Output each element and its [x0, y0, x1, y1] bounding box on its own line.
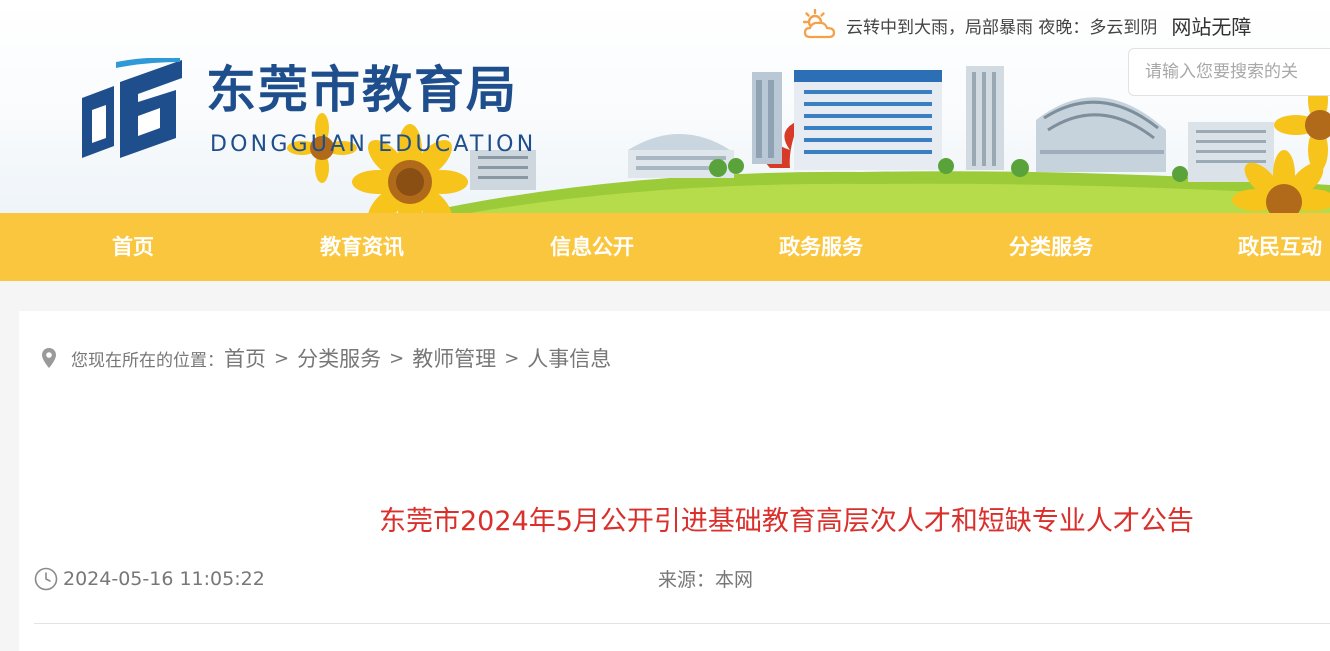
divider	[34, 623, 1330, 624]
site-logo-text: 东莞市教育局	[206, 61, 518, 119]
weather-forecast-text: 云转中到大雨，局部暴雨 夜晚：多云到阴	[846, 17, 1158, 38]
nav-item-education-news[interactable]: 教育资讯	[320, 213, 404, 281]
search-input[interactable]	[1129, 49, 1330, 95]
building-slim-tower	[966, 66, 1004, 170]
breadcrumb: 您现在所在的位置： 首页 > 分类服务 > 教师管理 > 人事信息	[41, 341, 611, 375]
breadcrumb-prefix: 您现在所在的位置：	[71, 350, 224, 371]
search-box	[1128, 48, 1330, 96]
nav-item-home[interactable]: 首页	[112, 213, 154, 281]
building-main-block	[794, 70, 942, 170]
nav-item-info-disclosure[interactable]: 信息公开	[550, 213, 634, 281]
partly-cloudy-sun-icon	[802, 9, 836, 39]
article-title: 东莞市2024年5月公开引进基础教育高层次人才和短缺专业人才公告	[379, 506, 1194, 537]
dongguan-education-logo-icon	[82, 58, 182, 158]
building-stadium	[1036, 97, 1166, 172]
building-tower-left	[752, 72, 782, 164]
main-nav: 首页 教育资讯 信息公开 政务服务 分类服务 政民互动	[0, 213, 1330, 281]
site-header: 东莞市教育局 DONGGUAN EDUCATION 云转中到大雨，局部暴雨 夜晚…	[0, 0, 1330, 213]
nav-item-public-interaction[interactable]: 政民互动	[1238, 213, 1322, 281]
article-date-text: 2024-05-16 11:05:22	[63, 568, 265, 590]
breadcrumb-home[interactable]: 首页	[224, 343, 266, 373]
article-date: 2024-05-16 11:05:22	[34, 567, 265, 591]
clock-icon	[34, 567, 58, 591]
nav-item-gov-services[interactable]: 政务服务	[779, 213, 863, 281]
site-logo-english: DONGGUAN EDUCATION	[210, 132, 537, 157]
breadcrumb-category-services[interactable]: 分类服务	[297, 343, 381, 373]
breadcrumb-teacher-management[interactable]: 教师管理	[412, 343, 496, 373]
location-pin-icon	[42, 348, 56, 368]
breadcrumb-personnel-info[interactable]: 人事信息	[527, 343, 611, 373]
nav-item-category-services[interactable]: 分类服务	[1009, 213, 1093, 281]
weather-widget: 云转中到大雨，局部暴雨 夜晚：多云到阴 网站无障	[800, 8, 1251, 42]
article-panel: 您现在所在的位置： 首页 > 分类服务 > 教师管理 > 人事信息 东莞市202…	[19, 311, 1330, 651]
accessibility-link[interactable]: 网站无障	[1171, 11, 1251, 40]
breadcrumb-separator: >	[389, 347, 405, 369]
article-source: 来源：本网	[658, 569, 754, 591]
breadcrumb-separator: >	[274, 347, 290, 369]
breadcrumb-separator: >	[504, 347, 520, 369]
